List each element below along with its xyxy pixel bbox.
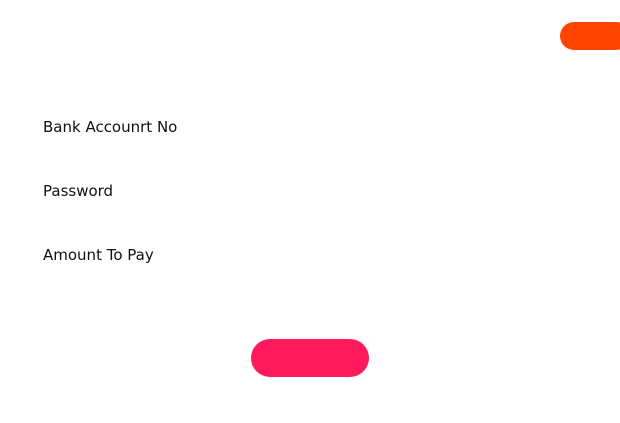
bank-account-label: Bank Accounrt No [43, 118, 178, 136]
amount-label: Amount To Pay [43, 246, 154, 264]
corner-action-button[interactable] [560, 22, 620, 50]
pay-submit-button[interactable] [251, 339, 369, 377]
payment-page: Bank Accounrt No Password Amount To Pay [0, 0, 620, 423]
password-label: Password [43, 182, 114, 200]
